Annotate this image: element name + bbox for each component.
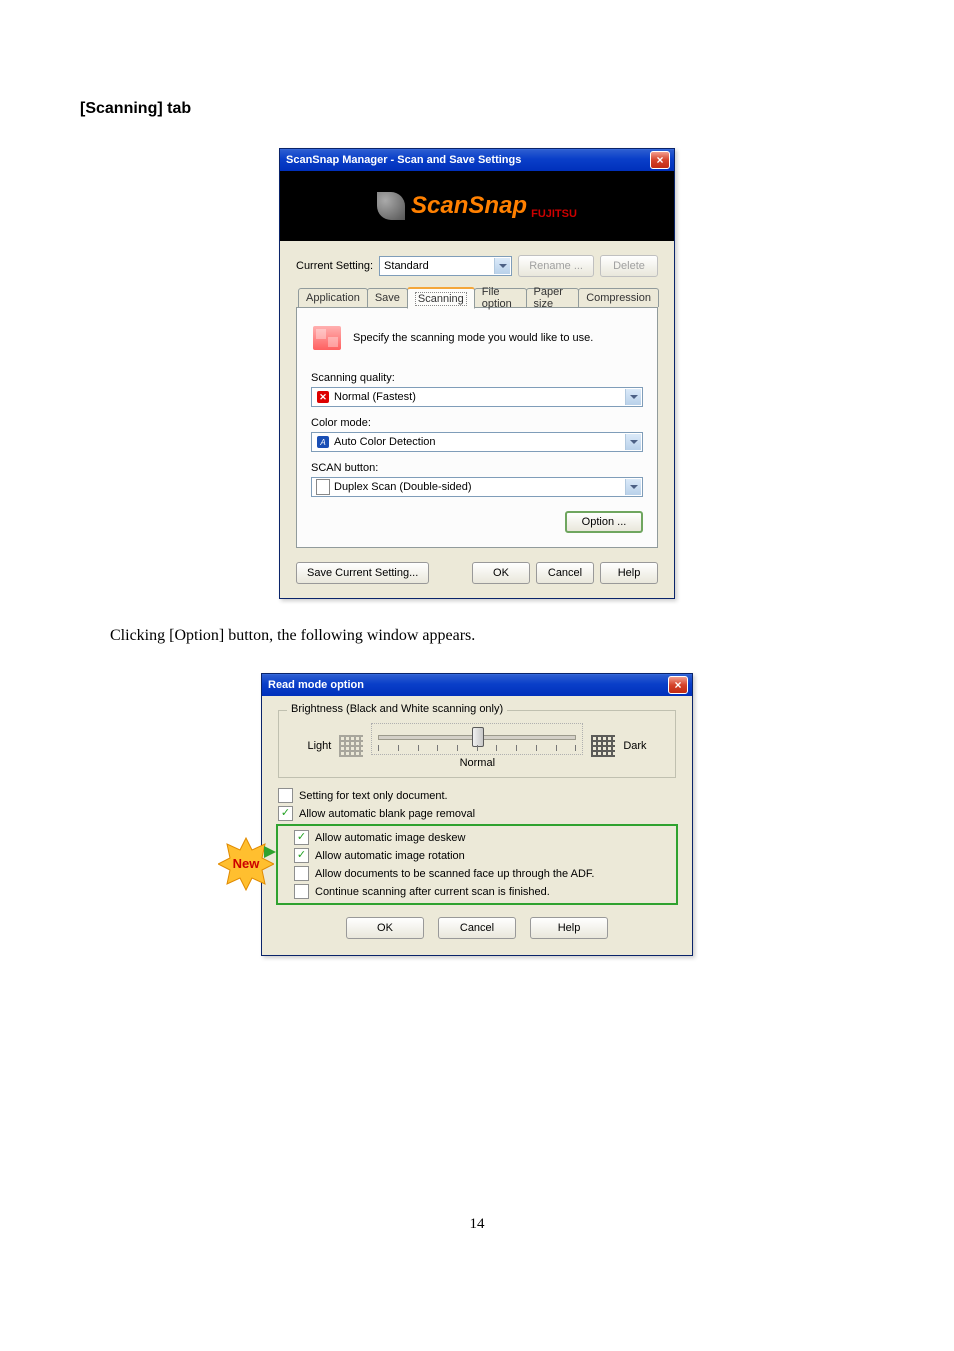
section-heading: [Scanning] tab xyxy=(80,100,874,118)
brightness-slider[interactable] xyxy=(371,723,583,755)
scan-button-label: SCAN button: xyxy=(311,462,643,474)
titlebar[interactable]: ScanSnap Manager - Scan and Save Setting… xyxy=(280,149,674,171)
scan-button-combo[interactable]: Duplex Scan (Double-sided) xyxy=(311,477,643,497)
chevron-down-icon xyxy=(625,479,641,495)
checkbox-icon: ✓ xyxy=(294,830,309,845)
checkbox-text-only[interactable]: Setting for text only document. xyxy=(278,788,676,803)
specify-text: Specify the scanning mode you would like… xyxy=(353,332,593,344)
normal-label: Normal xyxy=(371,757,583,769)
dark-grid-icon xyxy=(591,735,615,757)
tab-scanning[interactable]: Scanning xyxy=(407,287,475,309)
new-features-frame: ✓ Allow automatic image deskew ✓ Allow a… xyxy=(276,824,678,905)
checkbox-icon xyxy=(294,884,309,899)
scansnap-leaf-icon xyxy=(377,192,405,220)
auto-color-icon: A xyxy=(317,436,329,448)
scansnap-logo: ScanSnap FUJITSU xyxy=(411,192,577,220)
checkbox-label: Setting for text only document. xyxy=(299,790,448,802)
logo-fujitsu: FUJITSU xyxy=(531,208,577,220)
page-number: 14 xyxy=(80,1216,874,1233)
quality-x-icon: ✕ xyxy=(317,391,329,403)
read-mode-option-dialog: Read mode option × Brightness (Black and… xyxy=(261,673,693,956)
checkbox-label: Allow automatic image rotation xyxy=(315,850,465,862)
checkbox-continue-scanning[interactable]: Continue scanning after current scan is … xyxy=(294,884,660,899)
checkbox-label: Allow automatic blank page removal xyxy=(299,808,475,820)
chevron-down-icon xyxy=(625,434,641,450)
ok-button[interactable]: OK xyxy=(472,562,530,584)
titlebar-text: Read mode option xyxy=(268,679,364,691)
rename-button: Rename ... xyxy=(518,255,594,277)
tab-save[interactable]: Save xyxy=(367,288,408,307)
cancel-button[interactable]: Cancel xyxy=(438,917,516,939)
dark-label: Dark xyxy=(623,740,646,752)
save-current-setting-button[interactable]: Save Current Setting... xyxy=(296,562,429,584)
brightness-legend: Brightness (Black and White scanning onl… xyxy=(287,703,507,715)
body-paragraph: Clicking [Option] button, the following … xyxy=(110,627,874,645)
delete-button: Delete xyxy=(600,255,658,277)
chevron-down-icon xyxy=(625,389,641,405)
logo-main: ScanSnap xyxy=(411,192,527,220)
color-mode-combo[interactable]: A Auto Color Detection xyxy=(311,432,643,452)
close-icon[interactable]: × xyxy=(650,151,670,169)
brightness-fieldset: Brightness (Black and White scanning onl… xyxy=(278,710,676,778)
current-setting-label: Current Setting: xyxy=(296,260,373,272)
checkbox-icon: ✓ xyxy=(294,848,309,863)
tab-application[interactable]: Application xyxy=(298,288,368,307)
cancel-button[interactable]: Cancel xyxy=(536,562,594,584)
scanning-quality-combo[interactable]: ✕ Normal (Fastest) xyxy=(311,387,643,407)
green-arrow-icon xyxy=(264,846,276,858)
help-button[interactable]: Help xyxy=(530,917,608,939)
checkbox-face-up-adf[interactable]: Allow documents to be scanned face up th… xyxy=(294,866,660,881)
light-grid-icon xyxy=(339,735,363,757)
scan-mode-icon xyxy=(311,322,343,354)
light-label: Light xyxy=(307,740,331,752)
option-button[interactable]: Option ... xyxy=(565,511,643,533)
help-button[interactable]: Help xyxy=(600,562,658,584)
scanning-tab-panel: Specify the scanning mode you would like… xyxy=(296,308,658,548)
color-mode-value: Auto Color Detection xyxy=(334,436,436,448)
titlebar-text: ScanSnap Manager - Scan and Save Setting… xyxy=(286,154,521,166)
checkbox-icon: ✓ xyxy=(278,806,293,821)
logo-header: ScanSnap FUJITSU xyxy=(280,171,674,241)
scan-button-value: Duplex Scan (Double-sided) xyxy=(334,481,472,493)
checkbox-label: Allow automatic image deskew xyxy=(315,832,465,844)
checkbox-icon xyxy=(294,866,309,881)
slider-thumb-icon[interactable] xyxy=(472,727,484,747)
ok-button[interactable]: OK xyxy=(346,917,424,939)
scanning-quality-value: Normal (Fastest) xyxy=(334,391,416,403)
duplex-icon xyxy=(316,479,330,495)
scanning-quality-label: Scanning quality: xyxy=(311,372,643,384)
tab-compression[interactable]: Compression xyxy=(578,288,659,307)
checkbox-label: Allow documents to be scanned face up th… xyxy=(315,868,594,880)
color-mode-label: Color mode: xyxy=(311,417,643,429)
checkbox-deskew[interactable]: ✓ Allow automatic image deskew xyxy=(294,830,660,845)
current-setting-value: Standard xyxy=(384,260,494,272)
titlebar[interactable]: Read mode option × xyxy=(262,674,692,696)
checkbox-blank-removal[interactable]: ✓ Allow automatic blank page removal xyxy=(278,806,676,821)
chevron-down-icon xyxy=(494,258,510,274)
checkbox-rotation[interactable]: ✓ Allow automatic image rotation xyxy=(294,848,660,863)
svg-text:New: New xyxy=(233,856,261,871)
tab-row: Application Save Scanning File option Pa… xyxy=(296,287,658,308)
scan-settings-dialog: ScanSnap Manager - Scan and Save Setting… xyxy=(279,148,675,599)
current-setting-combo[interactable]: Standard xyxy=(379,256,512,276)
tab-file-option[interactable]: File option xyxy=(474,288,527,307)
new-badge-icon: New xyxy=(218,836,274,892)
checkbox-label: Continue scanning after current scan is … xyxy=(315,886,550,898)
tab-paper-size[interactable]: Paper size xyxy=(526,288,580,307)
close-icon[interactable]: × xyxy=(668,676,688,694)
checkbox-icon xyxy=(278,788,293,803)
